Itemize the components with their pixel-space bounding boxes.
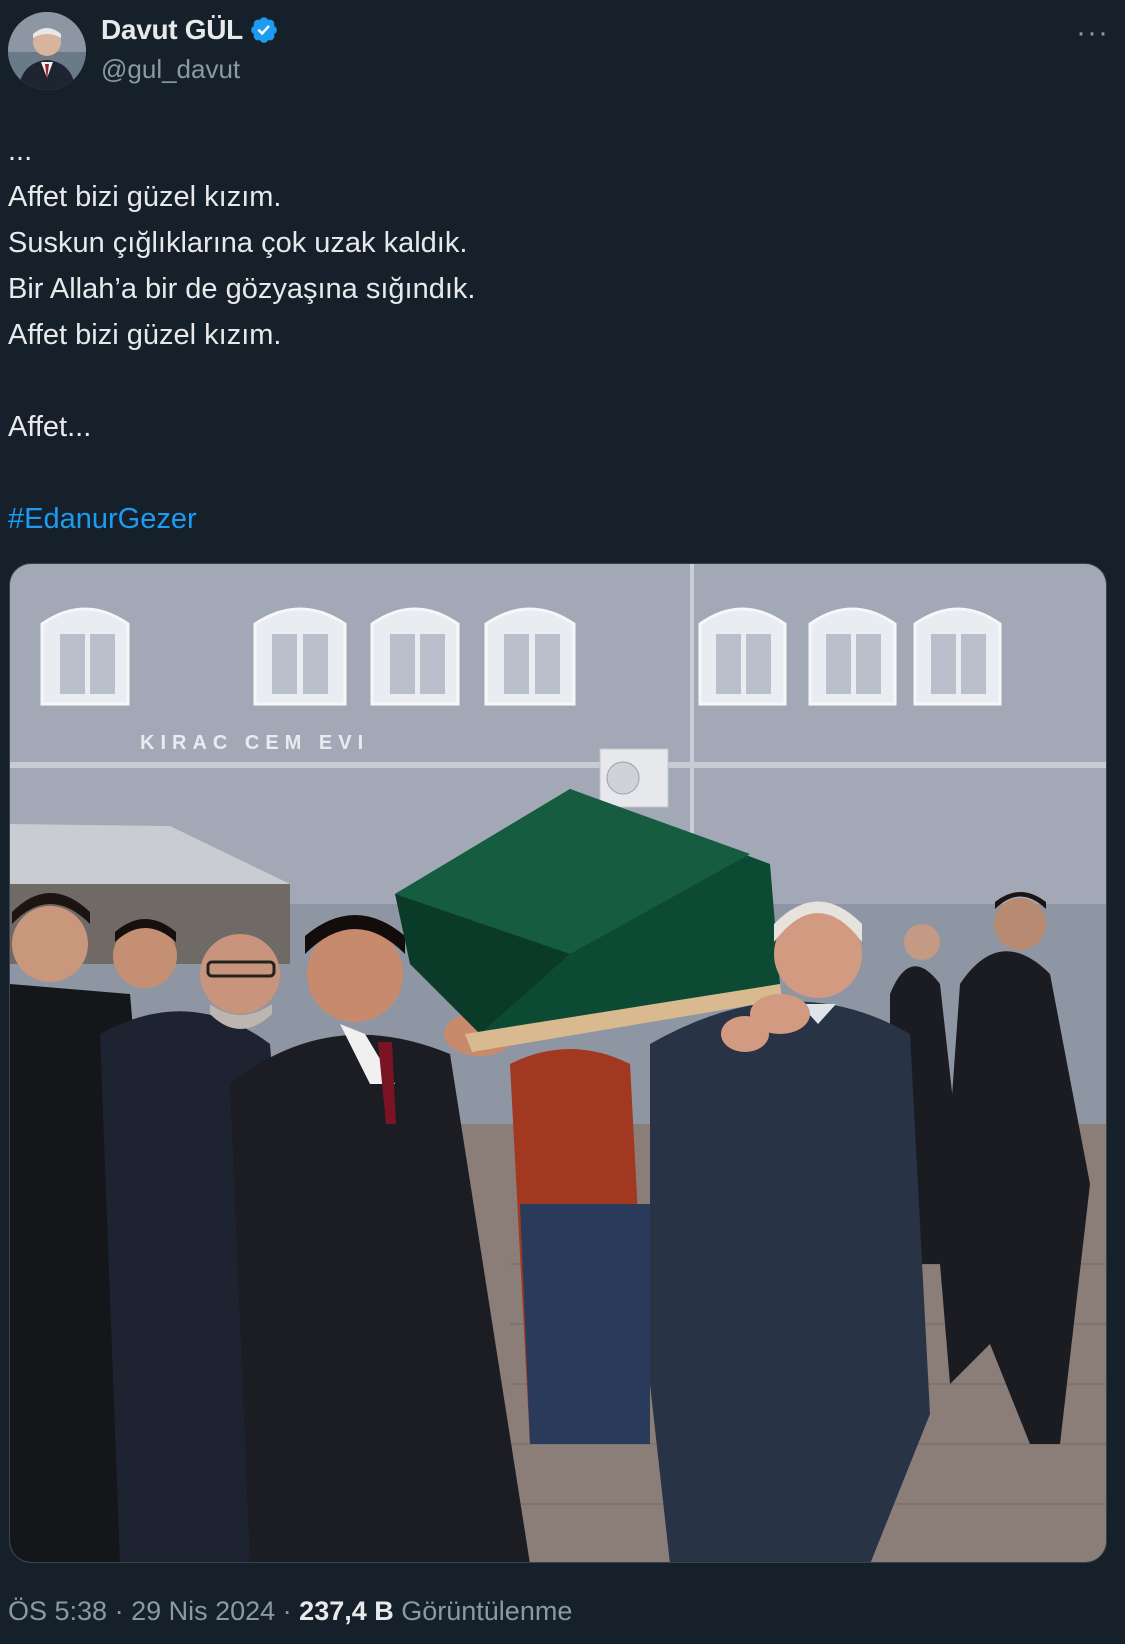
tweet: Davut GÜL @gul_davut ··· ... Affet bizi … [0, 0, 1125, 1644]
tweet-photo[interactable]: KIRAC CEM EVI [9, 563, 1107, 1563]
post-date[interactable]: 29 Nis 2024 [131, 1596, 275, 1626]
man-right [650, 1001, 930, 1562]
handle[interactable]: @gul_davut [101, 54, 240, 85]
funeral-photo: KIRAC CEM EVI [10, 564, 1106, 1562]
tweet-line: ... [8, 135, 33, 167]
tweet-line: Affet bizi güzel kızım. [8, 181, 282, 213]
avatar[interactable] [8, 12, 86, 90]
hashtag-link[interactable]: #EdanurGezer [8, 496, 1108, 542]
tweet-line: Affet... [8, 411, 92, 443]
tweet-line: Affet bizi güzel kızım. [8, 319, 282, 351]
views-count[interactable]: 237,4 B [299, 1596, 394, 1626]
separator: · [107, 1596, 132, 1626]
name-row: Davut GÜL [101, 14, 279, 46]
tweet-metadata: ÖS 5:38 · 29 Nis 2024 · 237,4 B Görüntül… [8, 1596, 572, 1627]
tweet-line: Suskun çığlıklarına çok uzak kaldık. [8, 227, 468, 259]
more-options-icon[interactable]: ··· [1076, 18, 1109, 48]
tweet-line: Bir Allah’a bir de gözyaşına sığındık. [8, 273, 476, 305]
separator: · [275, 1596, 300, 1626]
views-label: Görüntülenme [393, 1596, 573, 1626]
verified-badge-icon [251, 17, 277, 43]
tweet-text: ... Affet bizi güzel kızım. Suskun çığlı… [8, 128, 1108, 542]
post-time[interactable]: ÖS 5:38 [8, 1596, 107, 1626]
profile-photo [8, 12, 86, 90]
building-sign: KIRAC CEM EVI [140, 732, 369, 754]
display-name[interactable]: Davut GÜL [101, 14, 243, 46]
